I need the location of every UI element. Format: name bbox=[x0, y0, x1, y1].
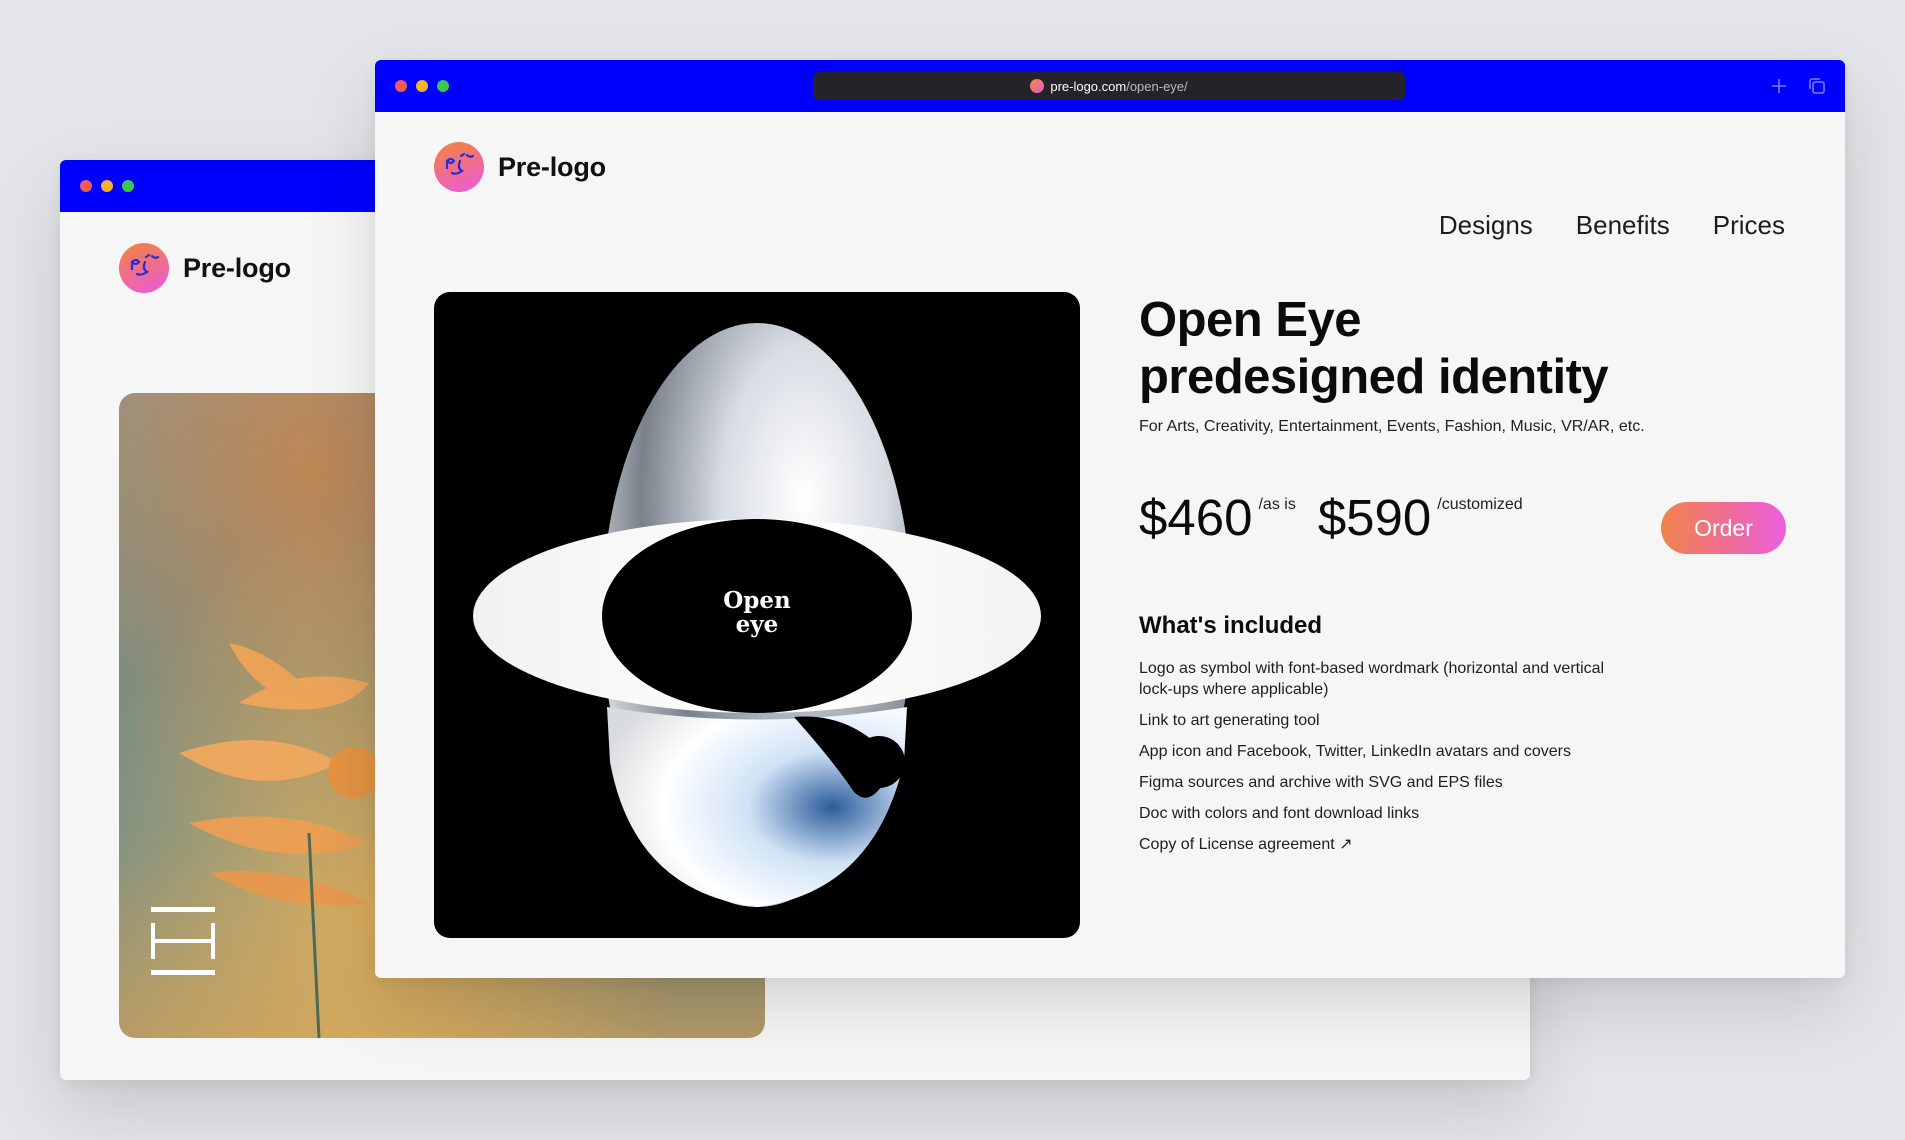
brand-face-icon bbox=[434, 142, 484, 192]
back-brand-logo-link[interactable]: Pre-logo bbox=[119, 243, 291, 293]
brand-logo-link[interactable]: Pre-logo bbox=[434, 142, 606, 192]
url-host: pre-logo.com bbox=[1050, 78, 1127, 94]
price-row: $460 /as is $590 /customized bbox=[1139, 490, 1523, 546]
price-as-is: $460 bbox=[1139, 489, 1253, 546]
duplicate-icon[interactable] bbox=[1807, 76, 1827, 96]
list-item: Link to art generating tool bbox=[1139, 712, 1320, 729]
minimize-window-button[interactable] bbox=[416, 80, 428, 92]
back-window-traffic-lights bbox=[80, 180, 134, 192]
product-title: Open Eye predesigned identity bbox=[1139, 292, 1609, 406]
front-window-traffic-lights bbox=[395, 80, 449, 92]
included-title: What's included bbox=[1139, 612, 1323, 639]
nav-designs[interactable]: Designs bbox=[1439, 210, 1533, 241]
list-item: Figma sources and archive with SVG and E… bbox=[1139, 774, 1503, 791]
url-path: /open-eye/ bbox=[1126, 78, 1188, 94]
price-customized: $590 bbox=[1317, 489, 1432, 546]
included-list: Logo as symbol with font-based wordmark … bbox=[1139, 658, 1609, 865]
license-agreement-link[interactable]: Copy of License agreement ↗ bbox=[1139, 834, 1609, 855]
front-browser-window: pre-logo.com/open-eye/ Pre-logo Designs … bbox=[375, 60, 1845, 978]
list-item: Logo as symbol with font-based wordmark … bbox=[1139, 660, 1605, 698]
nav-prices[interactable]: Prices bbox=[1713, 210, 1785, 241]
close-window-button[interactable] bbox=[80, 180, 92, 192]
site-favicon bbox=[1030, 79, 1045, 93]
plus-icon[interactable] bbox=[1769, 76, 1789, 96]
list-item: App icon and Facebook, Twitter, LinkedIn… bbox=[1139, 743, 1571, 760]
list-item: Doc with colors and font download links bbox=[1139, 805, 1420, 822]
address-bar[interactable]: pre-logo.com/open-eye/ bbox=[813, 72, 1405, 100]
brand-name: Pre-logo bbox=[183, 252, 291, 283]
minimize-window-button[interactable] bbox=[101, 180, 113, 192]
product-subtitle: For Arts, Creativity, Entertainment, Eve… bbox=[1139, 418, 1645, 435]
product-artwork: Open eye bbox=[434, 292, 1080, 938]
photo-glyph bbox=[151, 907, 215, 975]
order-button[interactable]: Order bbox=[1661, 502, 1786, 554]
brand-face-icon bbox=[119, 243, 169, 293]
price-as-is-note: /as is bbox=[1258, 496, 1296, 513]
maximize-window-button[interactable] bbox=[437, 80, 449, 92]
artwork-word-2: eye bbox=[735, 611, 779, 638]
front-window-titlebar: pre-logo.com/open-eye/ bbox=[375, 60, 1845, 112]
product-title-line-2: predesigned identity bbox=[1139, 350, 1609, 404]
close-window-button[interactable] bbox=[395, 80, 407, 92]
nav-benefits[interactable]: Benefits bbox=[1576, 210, 1670, 241]
artwork-word-1: Open bbox=[723, 587, 791, 614]
product-title-line-1: Open Eye bbox=[1139, 293, 1362, 347]
price-customized-note: /customized bbox=[1437, 496, 1523, 513]
maximize-window-button[interactable] bbox=[122, 180, 134, 192]
brand-name: Pre-logo bbox=[498, 151, 606, 182]
main-nav: Designs Benefits Prices bbox=[1439, 210, 1785, 241]
artwork-wordmark: Open eye bbox=[434, 589, 1080, 637]
